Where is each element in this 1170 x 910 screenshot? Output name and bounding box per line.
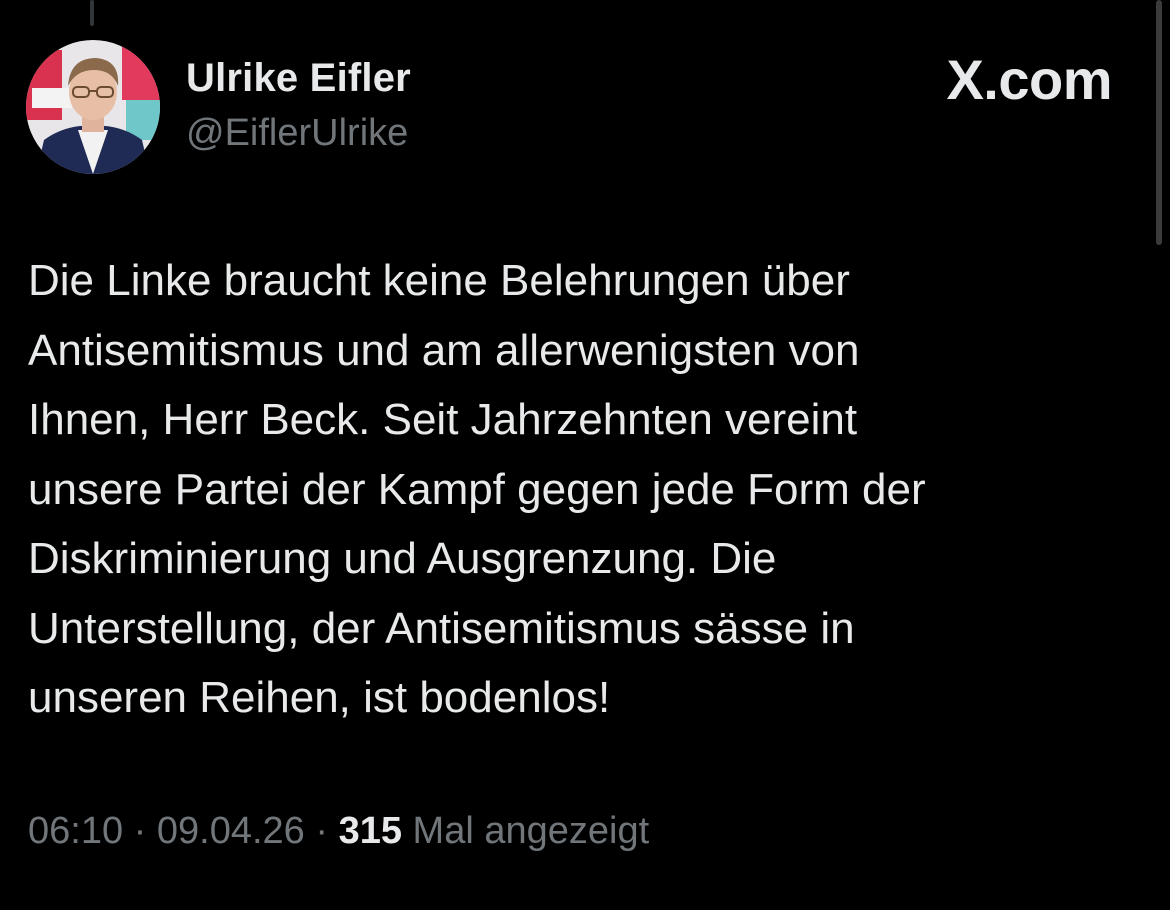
brand-watermark: X.com bbox=[946, 50, 1112, 110]
thread-connector-line bbox=[90, 0, 94, 26]
scrollbar[interactable] bbox=[1156, 0, 1162, 245]
brand-text: X.com bbox=[946, 48, 1112, 111]
tweet-text: Die Linke braucht keine Belehrungen über… bbox=[28, 256, 926, 722]
views-label: Mal angezeigt bbox=[401, 810, 650, 852]
avatar-photo bbox=[26, 40, 160, 174]
author-display-name[interactable]: Ulrike Eifler bbox=[186, 56, 411, 101]
avatar[interactable] bbox=[26, 40, 160, 174]
meta-separator: · bbox=[123, 810, 157, 852]
meta-separator: · bbox=[304, 810, 339, 852]
tweet-meta: 06:10 · 09.04.26 · 315 Mal angezeigt bbox=[28, 810, 649, 853]
tweet-time[interactable]: 06:10 bbox=[28, 810, 123, 852]
tweet-date[interactable]: 09.04.26 bbox=[157, 810, 305, 852]
author-handle[interactable]: @EiflerUlrike bbox=[186, 112, 408, 155]
views-count[interactable]: 315 bbox=[339, 810, 402, 852]
